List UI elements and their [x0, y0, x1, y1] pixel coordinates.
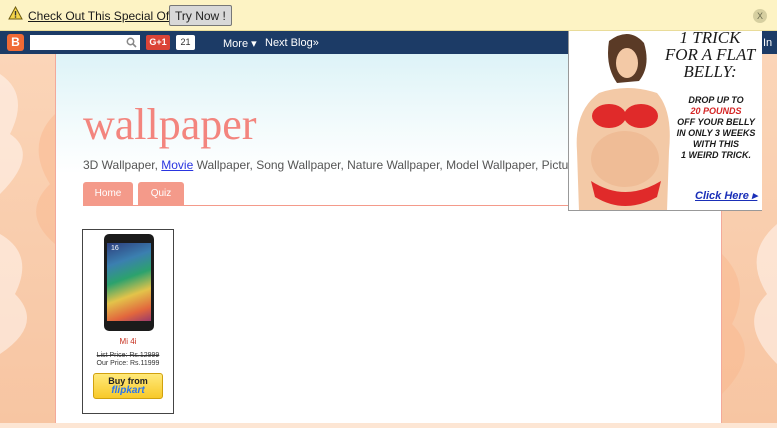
blog-description: 3D Wallpaper, Movie Wallpaper, Song Wall…	[83, 158, 582, 172]
phone-screen: 16	[107, 243, 151, 321]
phone-image[interactable]: 16	[104, 234, 154, 331]
notification-bar: Check Out This Special Offer! Try Now ! …	[0, 0, 777, 31]
ad-line: WITH THIS	[693, 139, 739, 149]
close-icon[interactable]: X	[753, 9, 767, 23]
our-price: Our Price: Rs.11999	[96, 360, 160, 367]
next-blog-link[interactable]: Next Blog»	[265, 37, 319, 49]
movie-link[interactable]: Movie	[161, 158, 193, 172]
more-menu[interactable]: More ▾	[223, 37, 257, 50]
ad-line: IN ONLY 3 WEEKS	[676, 128, 756, 138]
ad-subtext: DROP UP TO 20 POUNDS OFF YOUR BELLY IN O…	[669, 95, 762, 161]
blog-title[interactable]: wallpaper	[83, 99, 256, 150]
try-now-button[interactable]: Try Now !	[169, 5, 232, 26]
list-price: List Price: Rs.12999	[96, 352, 160, 359]
product-name[interactable]: Mi 4i	[83, 337, 173, 346]
sign-in-link[interactable]: In	[763, 37, 772, 49]
ad-headline: 1 TRICK FOR A FLAT BELLY:	[664, 31, 756, 81]
search-input[interactable]	[30, 35, 140, 50]
ad-line-highlight: 20 POUNDS	[690, 106, 742, 116]
gplus-count: 21	[176, 35, 195, 50]
ad-click-here-link[interactable]: Click Here ▸	[695, 189, 757, 202]
warning-icon	[8, 6, 23, 20]
palm-leaves-left	[0, 74, 55, 354]
gplus-button[interactable]: G+1	[146, 35, 170, 50]
buy-from-flipkart-button[interactable]: Buy from flipkart	[93, 373, 163, 399]
side-decoration-left	[0, 54, 55, 423]
description-text: 3D Wallpaper,	[83, 158, 162, 172]
tab-quiz[interactable]: Quiz	[138, 182, 184, 205]
special-offer-link[interactable]: Check Out This Special Offer!	[28, 9, 186, 23]
description-text: Wallpaper, Song Wallpaper, Nature Wallpa…	[193, 158, 583, 172]
blogger-icon[interactable]: B	[7, 34, 24, 51]
phone-clock: 16	[111, 245, 119, 252]
tab-divider	[83, 205, 569, 206]
product-widget[interactable]: 16 Mi 4i List Price: Rs.12999 Our Price:…	[82, 229, 174, 414]
ad-line: 1 WEIRD TRICK.	[680, 150, 751, 160]
ad-line: DROP UP TO	[688, 95, 744, 105]
advertisement-banner[interactable]: 1 TRICK FOR A FLAT BELLY: DROP UP TO 20 …	[568, 31, 762, 211]
search-icon[interactable]	[126, 37, 137, 48]
flipkart-logo: flipkart	[111, 385, 145, 396]
ad-line: OFF YOUR BELLY	[677, 117, 755, 127]
tab-home[interactable]: Home	[83, 182, 133, 205]
